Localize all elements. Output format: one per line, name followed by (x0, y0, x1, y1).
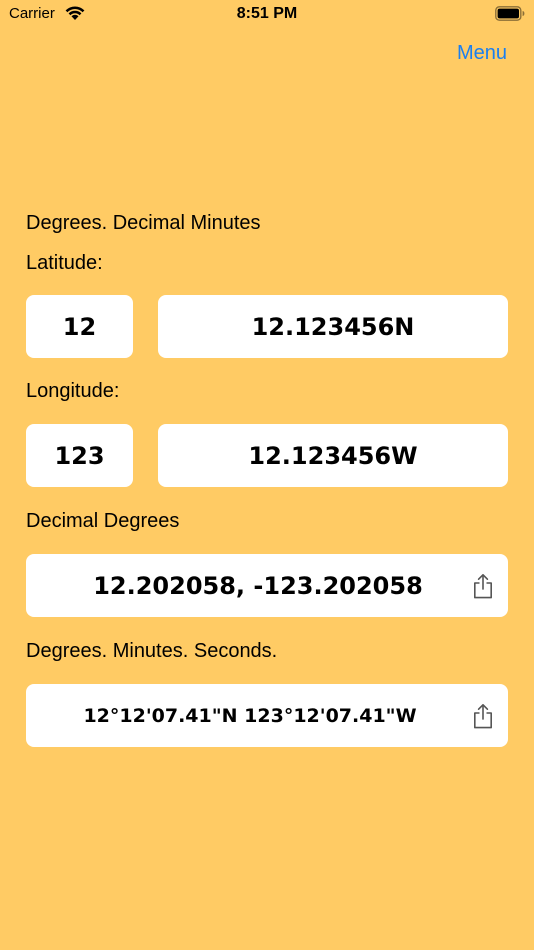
dms-heading: Degrees. Minutes. Seconds. (26, 640, 278, 662)
longitude-label: Longitude: (26, 380, 120, 402)
longitude-degrees-value: 123 (54, 441, 105, 470)
dms-value: 12°12'07.41"N 123°12'07.41"W (83, 704, 417, 727)
latitude-degrees-field[interactable]: 12 (26, 295, 133, 358)
decimal-degrees-field[interactable]: 12.202058, -123.202058 (26, 554, 508, 617)
status-bar: Carrier 8:51 PM (0, 0, 534, 28)
decimal-degrees-value: 12.202058, -123.202058 (93, 571, 423, 600)
dms-field[interactable]: 12°12'07.41"N 123°12'07.41"W (26, 684, 508, 747)
share-icon[interactable] (472, 703, 494, 729)
dd-heading: Decimal Degrees (26, 510, 180, 532)
ddm-heading: Degrees. Decimal Minutes (26, 212, 261, 234)
share-icon[interactable] (472, 573, 494, 599)
latitude-minutes-field[interactable]: 12.123456N (158, 295, 508, 358)
status-time: 8:51 PM (236, 5, 298, 22)
longitude-degrees-field[interactable]: 123 (26, 424, 133, 487)
longitude-minutes-field[interactable]: 12.123456W (158, 424, 508, 487)
longitude-minutes-value: 12.123456W (248, 441, 418, 470)
menu-button[interactable]: Menu (457, 42, 507, 65)
battery-icon (495, 6, 525, 21)
latitude-degrees-value: 12 (62, 312, 97, 341)
latitude-label: Latitude: (26, 252, 103, 274)
latitude-minutes-value: 12.123456N (251, 312, 415, 341)
